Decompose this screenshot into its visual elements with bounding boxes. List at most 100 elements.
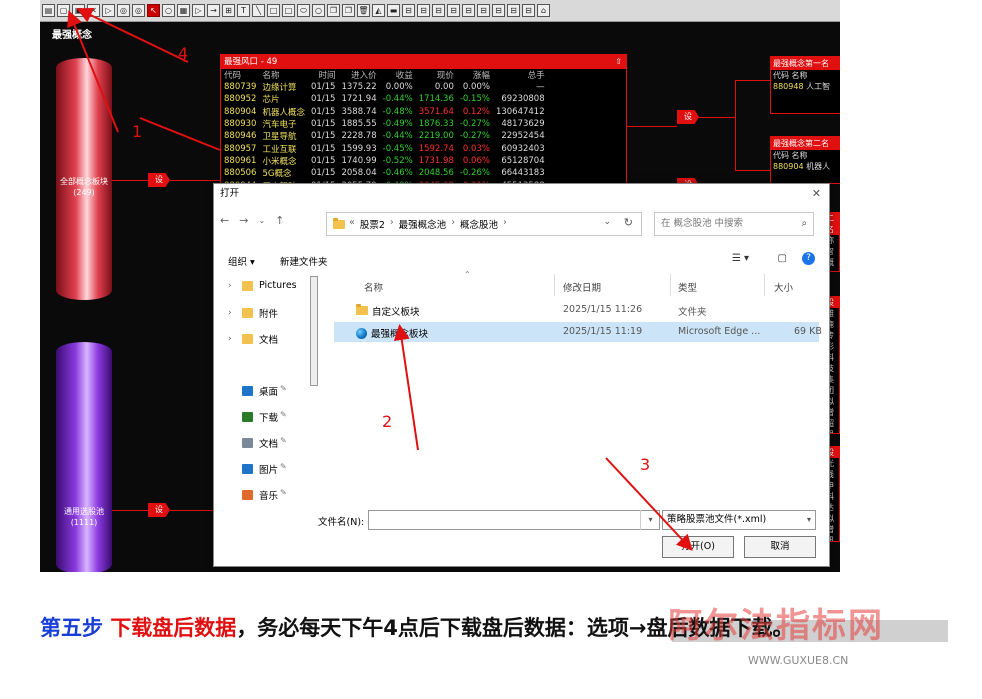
chart-icon[interactable]: ⊟ [507,4,520,17]
set-button-1[interactable]: 设 [148,173,170,187]
nav-item[interactable]: › Pictures [228,280,297,291]
save-icon[interactable]: ▣ [72,4,85,17]
open-file-dialog[interactable]: 打开 ✕ ← → ⌄ ↑ « 股票2 › 最强概念池 › 概念股池 › ⌄ ↻ 在 概念股池… [213,183,830,567]
nav-item[interactable]: › 附件 [228,306,278,320]
search-icon[interactable]: ⌕ [802,213,807,235]
pin-icon[interactable]: ✎ [280,410,287,419]
breadcrumb-item[interactable]: 最强概念池 [399,217,447,231]
col-header[interactable]: 现价 [416,69,457,81]
help-icon[interactable]: ? [802,252,815,265]
minus-icon[interactable]: ▬ [387,4,400,17]
col-header[interactable]: 涨幅 [457,69,493,81]
table-row[interactable]: 880957 工业互联 01/15 1599.93 -0.45% 1592.74 0.03%… [221,142,548,155]
chevron-right-icon[interactable]: › [228,308,236,318]
set-button-2[interactable]: 设 [148,503,170,517]
chevron-down-icon[interactable]: ⌄ [603,217,611,227]
table-row[interactable]: 880961 小米概念 01/15 1740.99 -0.52% 1731.98 0.06%… [221,155,548,167]
strongest-wind-panel[interactable]: 最强风口 - 49 ⇧ 代码 名称 时间 进入价 收益 现价 涨幅 总手 880739 边缘计算… [220,54,627,194]
top1-panel[interactable]: 最强概念第一名 代码 名称 880948 人工智 [770,56,840,114]
nav-item[interactable]: 音乐 [228,488,278,502]
circle-icon[interactable]: ○ [162,4,175,17]
preview-pane-icon[interactable]: ▢ [778,253,787,264]
cancel-button[interactable]: 取消 [744,536,816,558]
paint-icon[interactable]: ◭ [372,4,385,17]
trash-icon[interactable]: 🗑 [357,4,370,17]
chart-icon[interactable]: ⊟ [492,4,505,17]
play-icon[interactable]: ▷ [102,4,115,17]
chevron-right-icon[interactable]: › [228,281,236,291]
pin-icon[interactable]: ✎ [280,488,287,497]
table-row[interactable]: 880946 卫星导航 01/15 2228.78 -0.44% 2219.00 -0.27… [221,130,548,142]
close-icon[interactable]: ✕ [812,184,821,204]
col-header[interactable]: 进入价 [338,69,379,81]
circle-icon[interactable]: ○ [312,4,325,17]
arrow-icon[interactable]: → [207,4,220,17]
rect-icon[interactable]: □ [267,4,280,17]
forward-arrow-icon[interactable]: → [239,214,248,227]
col-type-header[interactable]: 类型 [678,280,697,294]
col-size-header[interactable]: 大小 [774,280,793,294]
table-row[interactable]: 880904 机器人概念 01/15 3588.74 -0.48% 3571.64 0.12… [221,106,548,118]
chart-icon[interactable]: ⊟ [447,4,460,17]
cursor-icon[interactable]: ↖ [147,4,160,17]
filename-input[interactable] [368,510,660,530]
table-row[interactable]: 880506 5G概念 01/15 2058.04 -0.46% 2048.56 -0.26… [221,167,548,179]
col-header[interactable]: 名称 [259,69,308,81]
chevron-down-icon[interactable]: ▾ [807,511,811,529]
frame-icon[interactable]: ⊞ [222,4,235,17]
col-header[interactable]: 代码 [221,69,259,81]
nav-item[interactable]: 下载 [228,410,278,424]
nav-item[interactable]: 图片 [228,462,278,476]
chart-icon[interactable]: ⊟ [432,4,445,17]
breadcrumb-item[interactable]: 股票2 [360,217,385,231]
text-icon[interactable]: T [237,4,250,17]
line-icon[interactable]: ╲ [252,4,265,17]
table-row[interactable]: 880952 芯片 01/15 1721.94 -0.44% 1714.36 -0.15% 6… [221,93,548,105]
window-icon[interactable]: ▢ [57,4,70,17]
copy-icon[interactable]: ❐ [327,4,340,17]
nav-item[interactable]: › 文档 [228,332,278,346]
back-arrow-icon[interactable]: ← [220,214,229,227]
pin-icon[interactable]: ✎ [280,384,287,393]
chart-icon[interactable]: ⊟ [417,4,430,17]
chart-icon[interactable]: ⊟ [402,4,415,17]
record-icon[interactable]: ◎ [117,4,130,17]
chevron-down-icon[interactable]: ⌄ [258,216,265,225]
filetype-select[interactable]: 策略股票池文件(*.xml) ▾ [662,510,816,530]
breadcrumb-item[interactable]: 概念股池 [460,217,498,231]
pin-icon[interactable]: ⇧ [615,55,622,69]
pin-icon[interactable]: ✎ [280,436,287,445]
chevron-right-icon[interactable]: › [228,334,236,344]
set-button-3[interactable]: 设 [677,110,699,124]
col-header[interactable]: 总手 [493,69,548,81]
top2-panel[interactable]: 最强概念第二名 代码 名称 880904 机器人 [770,136,840,184]
organize-button[interactable]: 组织 ▾ [228,254,255,268]
chevron-down-icon[interactable]: ▾ [640,510,660,530]
file-row[interactable]: 自定义板块 2025/1/15 11:26 文件夹 [334,300,819,320]
open-button[interactable]: 打开(O) [662,536,734,558]
close-icon[interactable]: ✕ [87,4,100,17]
view-menu-icon[interactable]: ☰ ▾ [732,253,749,264]
col-header[interactable]: 收益 [380,69,416,81]
home-icon[interactable]: ⌂ [537,4,550,17]
pin-icon[interactable]: ✎ [280,462,287,471]
rect-icon[interactable]: □ [282,4,295,17]
col-date-header[interactable]: 修改日期 [563,280,601,294]
ellipse-icon[interactable]: ⬭ [297,4,310,17]
chart-icon[interactable]: ⊟ [462,4,475,17]
file-icon[interactable]: ▤ [42,4,55,17]
grid-icon[interactable]: ▦ [177,4,190,17]
address-bar[interactable]: « 股票2 › 最强概念池 › 概念股池 › ⌄ ↻ [326,212,642,236]
chart-icon[interactable]: ⊟ [477,4,490,17]
general-pool-cylinder[interactable] [56,342,112,572]
refresh-icon[interactable]: ↻ [624,216,633,229]
chart-icon[interactable]: ⊟ [522,4,535,17]
search-input[interactable]: 在 概念股池 中搜索 ⌕ [654,212,814,236]
nav-scrollbar[interactable] [310,276,318,386]
table-row[interactable]: 880930 汽车电子 01/15 1885.55 -0.49% 1876.33 -0.27… [221,118,548,130]
table-row[interactable]: 880739 边缘计算 01/15 1375.22 0.00% 0.00 0.00% — [221,81,548,93]
record-icon[interactable]: ◎ [132,4,145,17]
up-arrow-icon[interactable]: ↑ [275,214,284,227]
nav-item[interactable]: 文档 [228,436,278,450]
file-row-selected[interactable]: 最强概念板块 2025/1/15 11:19 Microsoft Edge ..… [334,322,822,342]
